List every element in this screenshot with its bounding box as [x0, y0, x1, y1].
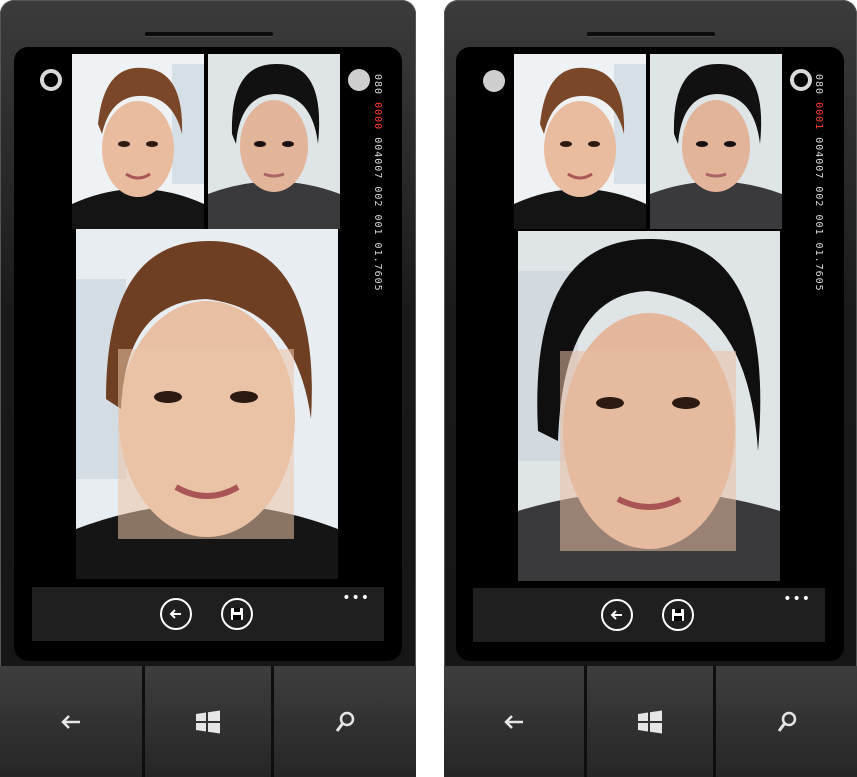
save-button[interactable] — [662, 599, 694, 631]
left-phone: 080 0000 004007 002 001 01.7605 ••• — [0, 0, 416, 777]
search-icon — [335, 711, 355, 732]
hardware-search-button[interactable] — [716, 666, 857, 777]
select-photo-2-indicator[interactable] — [348, 69, 370, 91]
film-strip-text: 080 0001 004007 002 001 01.7605 — [813, 74, 824, 292]
source-photo-2[interactable] — [650, 54, 782, 229]
select-photo-2-indicator[interactable] — [790, 69, 812, 91]
back-button[interactable] — [601, 599, 633, 631]
hardware-start-button[interactable] — [587, 666, 713, 777]
more-menu-button[interactable]: ••• — [783, 591, 811, 607]
source-photo-1[interactable] — [72, 54, 204, 229]
windows-logo-icon — [196, 710, 220, 733]
film-strip-text: 080 0000 004007 002 001 01.7605 — [372, 74, 383, 292]
photo-screen: 080 0001 004007 002 001 01.7605 — [473, 52, 825, 584]
save-button[interactable] — [221, 598, 253, 630]
hardware-back-button[interactable] — [0, 666, 142, 777]
arrow-left-icon — [169, 609, 181, 619]
arrow-left-icon — [610, 610, 622, 620]
hardware-start-button[interactable] — [145, 666, 271, 777]
photo-screen: 080 0000 004007 002 001 01.7605 — [32, 52, 384, 584]
select-photo-1-indicator[interactable] — [40, 69, 62, 91]
back-arrow-icon — [504, 714, 523, 729]
right-phone: 080 0001 004007 002 001 01.7605 ••• — [444, 0, 857, 777]
windows-logo-icon — [638, 710, 662, 733]
select-photo-1-indicator[interactable] — [483, 70, 505, 92]
source-photo-2[interactable] — [208, 54, 340, 229]
earpiece-speaker — [145, 32, 273, 37]
hardware-search-button[interactable] — [274, 666, 416, 777]
more-menu-button[interactable]: ••• — [342, 590, 370, 606]
earpiece-speaker — [587, 32, 715, 37]
source-photo-1[interactable] — [514, 54, 646, 229]
hardware-back-button[interactable] — [444, 666, 584, 777]
application-bar: ••• — [473, 588, 825, 642]
application-bar: ••• — [32, 587, 384, 641]
floppy-disk-icon — [672, 609, 684, 621]
composite-photo[interactable] — [518, 231, 780, 581]
back-button[interactable] — [160, 598, 192, 630]
search-icon — [777, 711, 796, 732]
floppy-disk-icon — [231, 608, 243, 620]
back-arrow-icon — [61, 714, 80, 729]
composite-photo[interactable] — [76, 229, 338, 579]
